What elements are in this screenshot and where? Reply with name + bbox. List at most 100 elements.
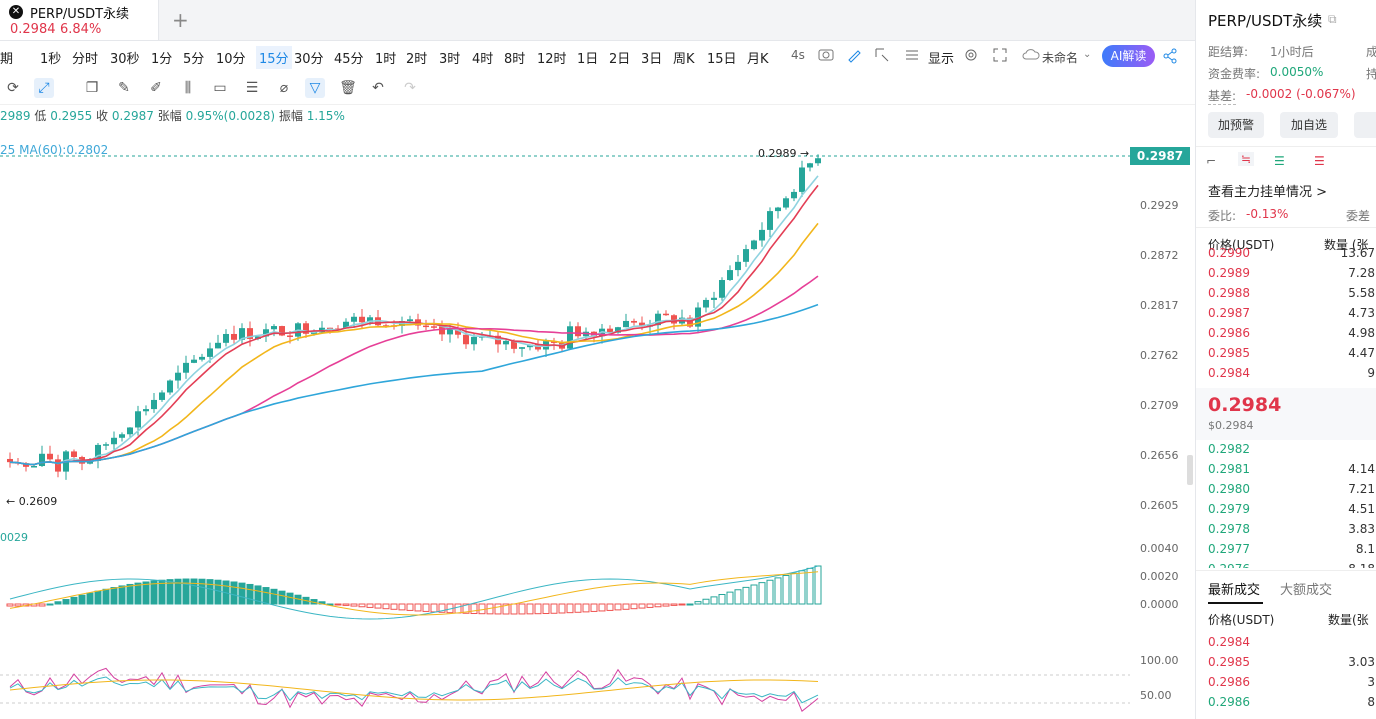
fullscreen-icon[interactable] bbox=[992, 47, 1008, 66]
sync-icon[interactable]: ⟳ bbox=[3, 78, 23, 98]
display-button[interactable]: 显示 bbox=[928, 48, 954, 67]
ob-price[interactable]: 0.2977 bbox=[1208, 542, 1250, 556]
chevron-down-icon[interactable]: ⌄ bbox=[1083, 49, 1091, 60]
panel-collapse-handle[interactable] bbox=[1187, 455, 1193, 485]
orderbook-bids-icon[interactable]: ☰ bbox=[1274, 154, 1285, 168]
candlestick-chart[interactable]: 0.2987 0.2989 → ← 0.2609 0.2929 0.2872 0.2817… bbox=[0, 140, 1195, 719]
interval-1[interactable]: 1秒 bbox=[40, 48, 61, 67]
ob-price[interactable]: 0.2981 bbox=[1208, 462, 1250, 476]
ruler-icon[interactable]: ✎ bbox=[114, 78, 134, 98]
candle-body bbox=[111, 437, 117, 445]
asks-list: 0.2990 13.67 0.2989 7.28 0.2988 5.58 0.2987 4.7… bbox=[1196, 248, 1376, 386]
ob-price[interactable]: 0.2986 bbox=[1208, 326, 1250, 340]
interval-14[interactable]: 8时 bbox=[504, 48, 525, 67]
add-tab-icon[interactable]: + bbox=[172, 8, 189, 32]
layout-name[interactable]: 未命名 bbox=[1042, 49, 1078, 66]
brush-icon[interactable]: ✐ bbox=[146, 78, 166, 98]
interval-21[interactable]: 月K bbox=[747, 48, 769, 67]
macd-bar bbox=[246, 583, 254, 605]
ob-price[interactable]: 0.2986 bbox=[1208, 695, 1250, 709]
macd-bar bbox=[710, 596, 718, 605]
ob-qty: 4.47 bbox=[1348, 346, 1375, 360]
ob-qty: 8.18 bbox=[1348, 562, 1375, 568]
interval-6[interactable]: 10分 bbox=[216, 48, 246, 67]
ob-price[interactable]: 0.2984 bbox=[1208, 366, 1250, 380]
trades-list: 0.2984 0.2985 3.03 0.2986 3 0.2986 8 bbox=[1196, 632, 1376, 719]
macd-bar bbox=[702, 598, 710, 605]
more-button[interactable] bbox=[1354, 112, 1376, 138]
ob-price[interactable]: 0.2979 bbox=[1208, 502, 1250, 516]
ob-price[interactable]: 0.2978 bbox=[1208, 522, 1250, 536]
ob-price[interactable]: 0.2986 bbox=[1208, 675, 1250, 689]
interval-2[interactable]: 分时 bbox=[72, 48, 98, 67]
price-axis-label: 0.2709 bbox=[1140, 399, 1179, 412]
screenshot-icon[interactable] bbox=[818, 47, 834, 64]
tab-perp-usdt[interactable]: ✕ PERP/USDT永续 0.2984 6.84% bbox=[0, 0, 159, 40]
ob-price[interactable]: 0.2980 bbox=[1208, 482, 1250, 496]
orderbook-mode-icon[interactable]: ≒ bbox=[1238, 152, 1255, 166]
pen-icon[interactable] bbox=[846, 47, 862, 66]
interval-16[interactable]: 1日 bbox=[577, 48, 598, 67]
interval-9[interactable]: 45分 bbox=[334, 48, 364, 67]
orderbook-asks-icon[interactable]: ☰ bbox=[1314, 154, 1325, 168]
interval-13[interactable]: 4时 bbox=[472, 48, 493, 67]
ob-qty: 7.21 bbox=[1348, 482, 1375, 496]
interval-18[interactable]: 3日 bbox=[641, 48, 662, 67]
macd-bar bbox=[110, 587, 118, 605]
low-value: 0.2955 bbox=[50, 109, 93, 123]
macd-bar bbox=[686, 603, 694, 606]
filter-icon[interactable]: ▽ bbox=[305, 78, 325, 98]
trendline-icon[interactable]: ⤢ bbox=[34, 78, 54, 98]
orderbook-both-icon[interactable]: ⌐ bbox=[1206, 154, 1216, 168]
depth-link[interactable]: 查看主力挂单情况 > bbox=[1208, 181, 1327, 200]
ob-price[interactable]: 0.2982 bbox=[1208, 442, 1250, 456]
select-icon[interactable] bbox=[874, 47, 890, 66]
magnet-icon[interactable]: ⌀ bbox=[274, 78, 294, 98]
ob-price[interactable]: 0.2989 bbox=[1208, 266, 1250, 280]
interval-19[interactable]: 周K bbox=[673, 48, 695, 67]
form-icon[interactable]: ☰ bbox=[242, 78, 262, 98]
interval-0[interactable]: 期 bbox=[0, 48, 13, 67]
redo-icon[interactable]: ↷ bbox=[400, 78, 420, 98]
share-icon[interactable] bbox=[1162, 48, 1178, 67]
ob-price[interactable]: 0.2988 bbox=[1208, 286, 1250, 300]
ob-price[interactable]: 0.2987 bbox=[1208, 306, 1250, 320]
interval-12[interactable]: 3时 bbox=[439, 48, 460, 67]
trash-icon[interactable]: 🗑 bbox=[338, 78, 358, 98]
add-favorite-button[interactable]: 加自选 bbox=[1280, 112, 1338, 138]
indicator-list-icon[interactable] bbox=[904, 47, 920, 66]
interval-15[interactable]: 12时 bbox=[537, 48, 567, 67]
note-icon[interactable]: ▭ bbox=[210, 78, 230, 98]
interval-8[interactable]: 30分 bbox=[294, 48, 324, 67]
interval-5[interactable]: 5分 bbox=[183, 48, 204, 67]
interval-7[interactable]: 15分 bbox=[256, 46, 292, 69]
undo-icon[interactable]: ↶ bbox=[368, 78, 388, 98]
gear-icon[interactable] bbox=[963, 47, 979, 66]
interval-20[interactable]: 15日 bbox=[707, 48, 737, 67]
interval-4[interactable]: 1分 bbox=[151, 48, 172, 67]
ob-price[interactable]: 0.2976 bbox=[1208, 562, 1250, 568]
close-icon[interactable]: ✕ bbox=[9, 5, 23, 19]
ob-price[interactable]: 0.2984 bbox=[1208, 635, 1250, 649]
tab-latest-trades[interactable]: 最新成交 bbox=[1208, 579, 1260, 598]
add-alert-button[interactable]: 加预警 bbox=[1208, 112, 1264, 138]
tab-large-trades[interactable]: 大额成交 bbox=[1280, 579, 1332, 598]
interval-3[interactable]: 30秒 bbox=[110, 48, 140, 67]
candle-body bbox=[31, 466, 37, 468]
candle-body bbox=[671, 315, 677, 324]
ob-price[interactable]: 0.2985 bbox=[1208, 655, 1250, 669]
interval-10[interactable]: 1时 bbox=[375, 48, 396, 67]
ob-price[interactable]: 0.2985 bbox=[1208, 346, 1250, 360]
copy-icon[interactable]: ⧉ bbox=[1328, 12, 1337, 27]
interval-17[interactable]: 2日 bbox=[609, 48, 630, 67]
candle-body bbox=[463, 334, 469, 345]
candle-body bbox=[423, 325, 429, 328]
copy-icon[interactable]: ❐ bbox=[82, 78, 102, 98]
candles-icon[interactable]: ⫼ bbox=[178, 78, 198, 98]
macd-bar bbox=[590, 603, 598, 612]
interval-11[interactable]: 2时 bbox=[406, 48, 427, 67]
ob-price[interactable]: 0.2990 bbox=[1208, 248, 1250, 260]
ai-analysis-button[interactable]: AI解读 bbox=[1102, 45, 1155, 67]
macd-bar bbox=[134, 582, 142, 605]
interval-22[interactable]: 4s bbox=[791, 48, 805, 62]
